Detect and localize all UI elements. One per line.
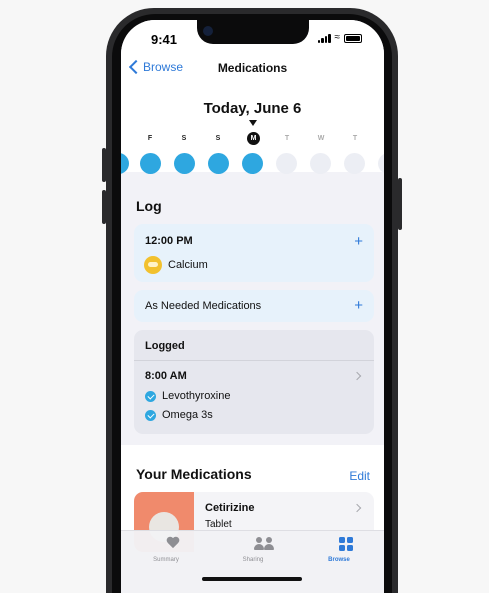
checkmark-icon	[145, 410, 156, 421]
chevron-right-icon	[352, 503, 362, 513]
weekday-label: W	[317, 135, 325, 142]
scheduled-dose-card[interactable]: 12:00 PM + Calcium	[134, 224, 374, 282]
chevron-right-icon	[352, 371, 362, 381]
day-dot[interactable]	[174, 153, 195, 174]
weekday-label: S	[181, 135, 187, 142]
weekday-label: T	[352, 135, 358, 142]
status-time: 9:41	[151, 32, 178, 47]
log-heading: Log	[136, 198, 162, 214]
battery-icon	[344, 33, 362, 43]
medication-name: Cetirizine	[205, 502, 255, 514]
weekday-label: S	[215, 135, 221, 142]
medication-form: Tablet	[205, 519, 232, 530]
logged-medication: Omega 3s	[162, 409, 213, 421]
home-indicator[interactable]	[202, 577, 302, 581]
day-dot-selected[interactable]	[242, 153, 263, 174]
day-dot[interactable]	[276, 153, 297, 174]
medication-name: Calcium	[168, 259, 208, 271]
notch	[197, 20, 309, 44]
tab-browse[interactable]: Browse	[304, 537, 374, 563]
weekday-label: F	[147, 135, 153, 142]
day-dot[interactable]	[208, 153, 229, 174]
day-dot[interactable]	[140, 153, 161, 174]
tab-label: Browse	[328, 557, 350, 563]
logged-card[interactable]: Logged 8:00 AM Levothyroxine Omega 3s	[134, 330, 374, 434]
signal-icon	[317, 33, 331, 43]
weekday-label-selected[interactable]: M	[247, 132, 260, 145]
week-strip: F S S M T W T	[121, 132, 384, 150]
volume-down-button	[102, 190, 106, 224]
add-icon[interactable]: +	[354, 234, 363, 249]
volume-up-button	[102, 148, 106, 182]
weekday-label: T	[284, 135, 290, 142]
logged-heading: Logged	[145, 340, 185, 352]
wifi-icon: ≈	[334, 32, 341, 43]
edit-button[interactable]: Edit	[349, 469, 370, 483]
tab-label: Sharing	[242, 557, 264, 563]
pill-icon	[144, 256, 162, 274]
tab-label: Summary	[153, 557, 179, 563]
day-dot[interactable]	[310, 153, 331, 174]
nav-title: Medications	[217, 61, 288, 75]
divider	[134, 360, 374, 361]
as-needed-card[interactable]: As Needed Medications +	[134, 290, 374, 322]
dose-time: 12:00 PM	[145, 235, 193, 247]
camera-icon	[203, 26, 213, 36]
your-medications-heading: Your Medications	[136, 466, 252, 482]
checkmark-icon	[145, 391, 156, 402]
phone-screen: 9:41 ≈ Browse Medications Today, June 6 …	[121, 20, 384, 593]
as-needed-label: As Needed Medications	[145, 300, 262, 312]
date-title: Today, June 6	[203, 100, 302, 117]
day-dot[interactable]	[344, 153, 365, 174]
power-button	[398, 178, 402, 230]
tab-bar: Summary Sharing Browse	[121, 530, 384, 593]
status-icons: ≈	[317, 32, 362, 43]
tab-sharing[interactable]: Sharing	[218, 537, 288, 563]
add-icon[interactable]: +	[354, 298, 363, 313]
logged-medication: Levothyroxine	[162, 390, 231, 402]
logged-time: 8:00 AM	[145, 370, 187, 382]
tab-summary[interactable]: Summary	[131, 537, 201, 563]
caret-down-icon	[249, 120, 257, 126]
